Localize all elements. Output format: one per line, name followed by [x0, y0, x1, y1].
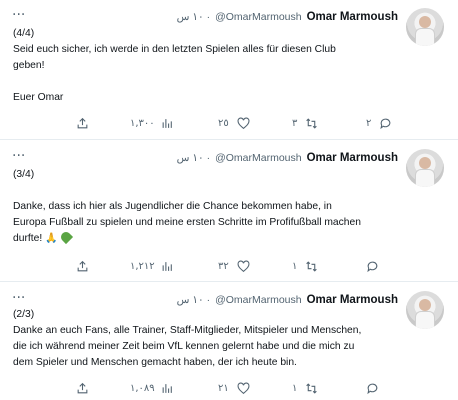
share-icon [77, 260, 88, 271]
tweet-line: Danke an euch Fans, alle Trainer, Staff-… [13, 325, 362, 336]
tweet-time[interactable]: ١٠ س · [177, 294, 210, 306]
retweet-count: ١ [292, 260, 298, 272]
like-button[interactable]: ٢١ [218, 379, 250, 397]
tweet-header: ١٠ س · @OmarMarmoush Omar Marmoush [177, 149, 398, 167]
tweet-card[interactable]: ١٠ س · @OmarMarmoush Omar Marmoush ··· (… [0, 141, 458, 282]
tweet-line: (3/4) [13, 169, 35, 180]
tweet-line [13, 74, 400, 90]
share-icon [77, 117, 88, 128]
tweet-card[interactable]: ١٠ س · @OmarMarmoush Omar Marmoush ··· (… [0, 0, 458, 140]
tweet-actions: ١,٠٨٩ ٢١ ١ [0, 379, 458, 397]
avatar[interactable] [406, 8, 444, 46]
tweet-time[interactable]: ١٠ س · [177, 152, 210, 164]
heart-icon [237, 259, 250, 272]
reply-button[interactable]: ٢ [366, 114, 392, 132]
heart-icon [237, 116, 250, 129]
avatar[interactable] [406, 149, 444, 187]
share-icon [77, 382, 88, 393]
user-handle[interactable]: @OmarMarmoush [215, 294, 302, 306]
share-button[interactable] [76, 257, 89, 275]
views-button[interactable]: ١,٠٨٩ [130, 379, 174, 397]
user-name[interactable]: Omar Marmoush [307, 11, 398, 23]
tweet-text: (3/4) Danke, dass ich hier als Jugendlic… [13, 167, 400, 247]
views-icon [162, 261, 172, 271]
reply-icon [367, 261, 378, 272]
retweet-button[interactable]: ١ [292, 257, 318, 275]
tweet-card[interactable]: ١٠ س · @OmarMarmoush Omar Marmoush ··· (… [0, 283, 458, 400]
more-icon[interactable]: ··· [12, 8, 25, 22]
views-count: ١,٠٨٩ [130, 382, 155, 394]
reply-icon [367, 383, 378, 394]
tweet-line [13, 183, 400, 199]
views-button[interactable]: ١,٢١٢ [130, 257, 174, 275]
user-handle[interactable]: @OmarMarmoush [215, 11, 302, 23]
like-count: ٢٥ [218, 117, 229, 129]
retweet-button[interactable]: ١ [292, 379, 318, 397]
folded-hands-emoji: 🙏 [45, 233, 58, 244]
views-button[interactable]: ١,٣٠٠ [130, 114, 174, 132]
user-name[interactable]: Omar Marmoush [307, 152, 398, 164]
avatar[interactable] [406, 291, 444, 329]
tweet-actions: ١,٢١٢ ٣٢ ١ [0, 257, 458, 275]
more-icon[interactable]: ··· [12, 149, 25, 163]
reply-button[interactable] [366, 257, 379, 275]
reply-count: ٢ [366, 117, 372, 129]
tweet-text: (2/3) Danke an euch Fans, alle Trainer, … [13, 307, 400, 371]
heart-icon [237, 381, 250, 394]
share-button[interactable] [76, 114, 89, 132]
views-count: ١,٣٠٠ [130, 117, 155, 129]
views-count: ١,٢١٢ [130, 260, 155, 272]
retweet-button[interactable]: ٣ [292, 114, 318, 132]
views-icon [162, 118, 172, 128]
tweet-actions: ١,٣٠٠ ٢٥ ٣ ٢ [0, 114, 458, 132]
tweet-time[interactable]: ١٠ س · [177, 11, 210, 23]
tweet-line: Danke, dass ich hier als Jugendlicher di… [13, 201, 332, 212]
like-button[interactable]: ٣٢ [218, 257, 250, 275]
tweet-header: ١٠ س · @OmarMarmoush Omar Marmoush [177, 8, 398, 26]
retweet-icon [306, 382, 318, 394]
tweet-line: dem Spieler und Menschen gemacht haben, … [13, 357, 297, 368]
tweet-line: Seid euch sicher, ich werde in den letzt… [13, 44, 336, 55]
like-count: ٢١ [218, 382, 229, 394]
tweet-line: Europa Fußball zu spielen und meine erst… [13, 217, 361, 228]
retweet-count: ١ [292, 382, 298, 394]
user-name[interactable]: Omar Marmoush [307, 294, 398, 306]
tweet-line: durfte! 🙏 [13, 229, 400, 247]
reply-icon [380, 118, 391, 129]
tweet-line: geben! [13, 60, 45, 71]
like-count: ٣٢ [218, 260, 229, 272]
tweet-line: Euer Omar [13, 92, 64, 103]
tweet-line-text: durfte! [13, 233, 43, 244]
retweet-icon [306, 260, 318, 272]
reply-button[interactable] [366, 379, 379, 397]
like-button[interactable]: ٢٥ [218, 114, 250, 132]
views-icon [162, 383, 172, 393]
tweet-line: (4/4) [13, 28, 35, 39]
retweet-icon [306, 117, 318, 129]
user-handle[interactable]: @OmarMarmoush [215, 152, 302, 164]
tweet-text: (4/4) Seid euch sicher, ich werde in den… [13, 26, 400, 106]
tweet-line: (2/3) [13, 309, 35, 320]
more-icon[interactable]: ··· [12, 291, 25, 305]
share-button[interactable] [76, 379, 89, 397]
green-heart-icon [58, 229, 73, 245]
retweet-count: ٣ [292, 117, 298, 129]
tweet-line: die ich während meiner Zeit beim VfL ken… [13, 341, 355, 352]
